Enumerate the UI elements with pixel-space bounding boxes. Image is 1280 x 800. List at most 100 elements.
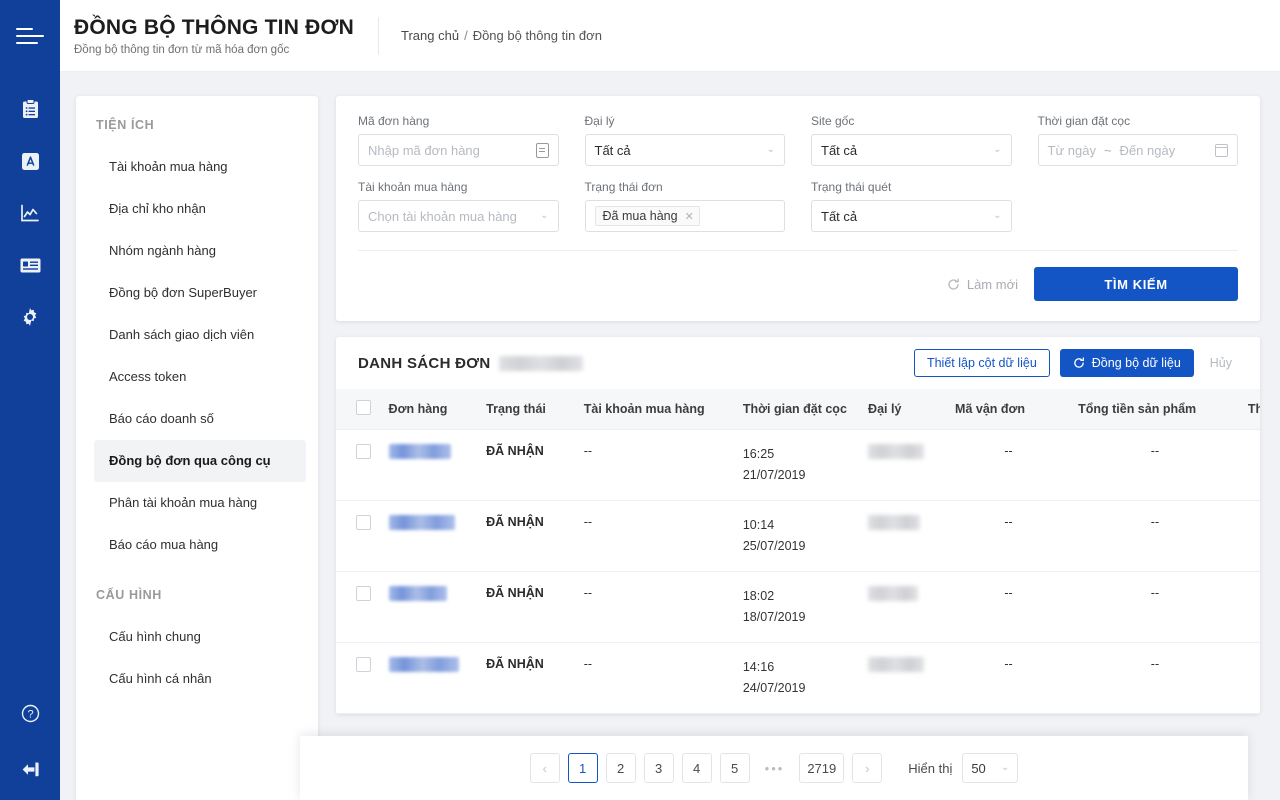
menu-item-cau-hinh-ca-nhan[interactable]: Cấu hình cá nhân: [76, 658, 318, 700]
cell-agent: [860, 571, 948, 643]
cell-status: ĐÃ NHẬN: [478, 571, 576, 643]
main-content: Mã đơn hàng Nhập mã đơn hàng Đại lý Tất …: [336, 96, 1260, 714]
pagination-bar: ‹ 1 2 3 4 5 ••• 2719 › Hiển thị 50 ⌄: [300, 736, 1248, 800]
address-box-icon[interactable]: [12, 148, 48, 174]
card-list-icon[interactable]: [12, 252, 48, 278]
pagination-page-3[interactable]: 3: [643, 753, 674, 783]
column-header-attribute[interactable]: Thuộc tính: [1239, 389, 1260, 430]
filter-buy-account: Tài khoản mua hàng Chọn tài khoản mua hà…: [358, 180, 559, 246]
order-status-select[interactable]: Đã mua hàng ✕: [584, 200, 785, 232]
table-row[interactable]: ĐÃ NHẬN -- 18:02 18/07/2019 -- -- --: [336, 571, 1260, 643]
page-size-select[interactable]: 50 ⌄: [962, 753, 1019, 783]
menu-item-bao-cao-mua-hang[interactable]: Báo cáo mua hàng: [76, 524, 318, 566]
scan-status-select[interactable]: Tất cả ⌄: [811, 200, 1012, 232]
order-table-head: Đơn hàng Trạng thái Tài khoản mua hàng T…: [336, 389, 1260, 430]
breadcrumb-current: Đồng bộ thông tin đơn: [472, 28, 602, 43]
table-header-row: Đơn hàng Trạng thái Tài khoản mua hàng T…: [336, 389, 1260, 430]
refresh-label: Làm mới: [966, 276, 1018, 292]
column-header-total[interactable]: Tổng tiền sản phẩm: [1070, 389, 1240, 430]
row-checkbox-cell: [336, 642, 381, 714]
pagination-next[interactable]: ›: [852, 753, 883, 783]
refresh-button[interactable]: Làm mới: [947, 277, 1018, 292]
cell-attribute: --: [1239, 642, 1260, 714]
cell-attribute: --: [1239, 500, 1260, 572]
menu-item-dong-bo-don-superbuyer[interactable]: Đồng bộ đơn SuperBuyer: [76, 272, 318, 314]
date-range-separator: ~: [1103, 142, 1112, 158]
rail-icon-list: [12, 96, 48, 700]
status-badge: ĐÃ NHẬN: [486, 443, 544, 458]
order-code-redacted: [388, 656, 459, 672]
pagination-page-5[interactable]: 5: [719, 753, 750, 783]
pagination-last-page[interactable]: 2719: [799, 753, 845, 783]
filter-fields: Mã đơn hàng Nhập mã đơn hàng Đại lý Tất …: [336, 96, 1260, 246]
gear-icon[interactable]: [12, 304, 48, 330]
select-all-checkbox[interactable]: [356, 399, 371, 415]
menu-item-dia-chi-kho-nhan[interactable]: Địa chỉ kho nhận: [76, 188, 318, 230]
column-header-order[interactable]: Đơn hàng: [380, 389, 479, 430]
agent-redacted: [868, 443, 925, 459]
buy-account-select[interactable]: Chọn tài khoản mua hàng ⌄: [358, 200, 559, 232]
order-code-input[interactable]: Nhập mã đơn hàng: [358, 134, 559, 166]
menu-item-phan-tai-khoan-mua-hang[interactable]: Phân tài khoản mua hàng: [76, 482, 318, 524]
row-checkbox[interactable]: [356, 514, 371, 530]
table-row[interactable]: ĐÃ NHẬN -- 14:16 24/07/2019 -- -- --: [336, 642, 1260, 714]
cell-total: --: [1070, 571, 1240, 643]
table-row[interactable]: ĐÃ NHẬN -- 16:25 21/07/2019 -- -- --: [336, 429, 1260, 501]
column-header-deposit-time[interactable]: Thời gian đặt cọc: [734, 389, 861, 430]
configure-columns-button[interactable]: Thiết lập cột dữ liệu: [913, 349, 1050, 377]
breadcrumb-separator: /: [464, 28, 468, 43]
help-icon[interactable]: ?: [12, 700, 48, 726]
menu-item-bao-cao-doanh-so[interactable]: Báo cáo doanh số: [76, 398, 318, 440]
status-tag[interactable]: Đã mua hàng ✕: [594, 206, 700, 226]
close-icon[interactable]: ✕: [685, 210, 694, 223]
menu-group-title-utilities: TIỆN ÍCH: [96, 118, 155, 132]
cell-account: --: [575, 429, 735, 501]
status-badge: ĐÃ NHẬN: [486, 514, 544, 529]
row-checkbox[interactable]: [356, 656, 371, 672]
agent-select[interactable]: Tất cả ⌄: [584, 134, 785, 166]
filter-site-label: Site gốc: [811, 114, 855, 128]
logout-icon[interactable]: [12, 756, 48, 782]
status-badge: ĐÃ NHẬN: [486, 585, 544, 600]
menu-item-dong-bo-don-qua-cong-cu[interactable]: Đồng bộ đơn qua công cụ: [94, 440, 306, 482]
filter-order-code: Mã đơn hàng Nhập mã đơn hàng: [358, 114, 559, 180]
cancel-button[interactable]: Hủy: [1204, 356, 1238, 370]
row-checkbox-cell: [336, 500, 381, 572]
pagination-page-1[interactable]: 1: [567, 753, 598, 783]
pagination-prev[interactable]: ‹: [529, 753, 560, 783]
chart-icon[interactable]: [12, 200, 48, 226]
site-select[interactable]: Tất cả ⌄: [811, 134, 1012, 166]
pagination-page-2[interactable]: 2: [605, 753, 636, 783]
column-header-status[interactable]: Trạng thái: [478, 389, 576, 430]
menu-icon[interactable]: [16, 28, 44, 44]
row-checkbox-cell: [336, 571, 381, 643]
menu-item-access-token[interactable]: Access token: [76, 356, 318, 398]
sync-icon: [1073, 357, 1084, 368]
deposit-date-range[interactable]: Từ ngày ~ Đến ngày: [1037, 134, 1238, 166]
date-from-placeholder: Từ ngày: [1047, 142, 1096, 158]
menu-item-tai-khoan-mua-hang[interactable]: Tài khoản mua hàng: [76, 146, 318, 188]
pagination-page-4[interactable]: 4: [681, 753, 712, 783]
breadcrumb-home[interactable]: Trang chủ: [401, 28, 459, 43]
menu-item-cau-hinh-chung[interactable]: Cấu hình chung: [76, 616, 318, 658]
filter-empty-slot: [1038, 180, 1239, 246]
page-size-control: Hiển thị 50 ⌄: [908, 753, 1019, 783]
row-checkbox[interactable]: [356, 443, 371, 459]
column-header-agent[interactable]: Đại lý: [860, 389, 948, 430]
document-box-icon[interactable]: [535, 142, 549, 158]
cell-time: 14:16: [742, 659, 775, 674]
date-to-placeholder: Đến ngày: [1119, 142, 1176, 158]
menu-item-danh-sach-giao-dich-vien[interactable]: Danh sách giao dịch viên: [76, 314, 318, 356]
table-row[interactable]: ĐÃ NHẬN -- 10:14 25/07/2019 -- -- --: [336, 500, 1260, 572]
order-code-redacted: [388, 443, 451, 459]
cell-deposit-time: 10:14 25/07/2019: [734, 500, 861, 572]
sync-data-label: Đồng bộ dữ liệu: [1091, 356, 1181, 370]
menu-item-nhom-nganh-hang[interactable]: Nhóm ngành hàng: [76, 230, 318, 272]
row-checkbox[interactable]: [356, 585, 371, 601]
clipboard-list-icon[interactable]: [12, 96, 48, 122]
column-header-tracking[interactable]: Mã vận đơn: [947, 389, 1071, 430]
search-button[interactable]: TÌM KIẾM: [1034, 267, 1238, 301]
cell-order-code: [380, 500, 479, 572]
sync-data-button[interactable]: Đồng bộ dữ liệu: [1059, 349, 1194, 377]
column-header-account[interactable]: Tài khoản mua hàng: [575, 389, 735, 430]
